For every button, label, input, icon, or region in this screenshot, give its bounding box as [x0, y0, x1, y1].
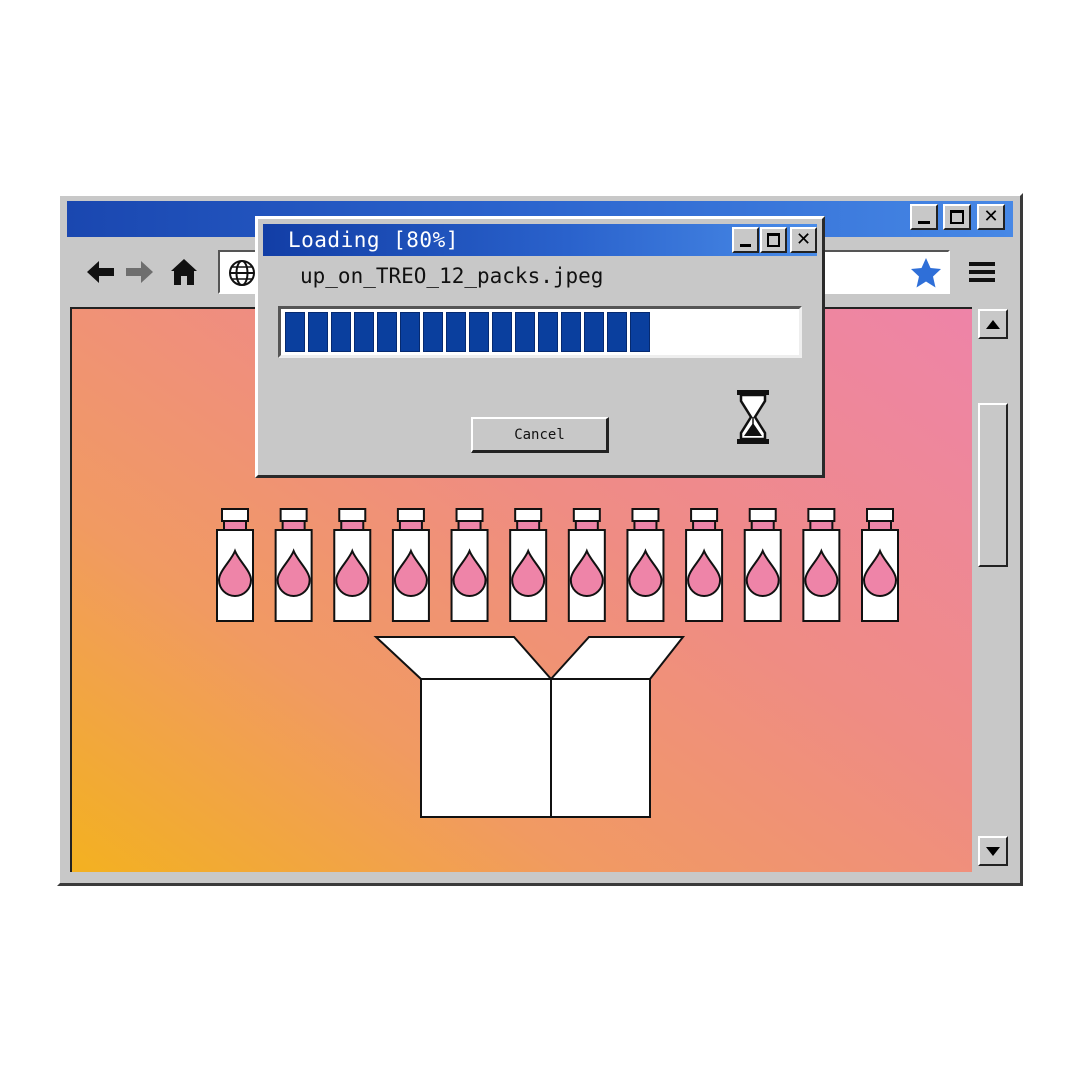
- bottle-icon: [509, 508, 548, 622]
- globe-icon: [229, 260, 255, 286]
- back-arrow-icon: [87, 261, 114, 283]
- browser-maximize-button[interactable]: [943, 204, 971, 230]
- progress-block: [400, 312, 420, 352]
- progress-fill: [285, 312, 650, 352]
- dialog-close-button[interactable]: ✕: [790, 227, 817, 253]
- scrollbar-thumb[interactable]: [978, 403, 1008, 567]
- scroll-up-button[interactable]: [978, 309, 1008, 339]
- progress-block: [423, 312, 443, 352]
- browser-close-button[interactable]: ✕: [977, 204, 1005, 230]
- progress-block: [308, 312, 328, 352]
- dialog-minimize-button[interactable]: [732, 227, 759, 253]
- bottle-icon: [861, 508, 899, 622]
- close-icon: ✕: [795, 229, 812, 250]
- progress-block: [331, 312, 351, 352]
- home-icon: [171, 259, 197, 285]
- bottle-icon: [802, 508, 841, 622]
- bottle-icon: [743, 508, 782, 622]
- progress-bar: [278, 306, 802, 358]
- bottle-icon: [216, 508, 254, 622]
- bottle-icon: [567, 508, 606, 622]
- forward-button[interactable]: [123, 244, 155, 300]
- scroll-down-button[interactable]: [978, 836, 1008, 866]
- progress-block: [354, 312, 374, 352]
- loading-dialog: Loading [80%] ✕ up_on_TREO_12_packs.jpeg…: [255, 216, 825, 478]
- open-box-icon: [373, 636, 686, 818]
- close-icon: ✕: [983, 206, 999, 227]
- minimize-icon: [740, 244, 751, 247]
- triangle-up-icon: [986, 319, 1000, 329]
- dialog-filename: up_on_TREO_12_packs.jpeg: [300, 264, 604, 288]
- progress-block: [446, 312, 466, 352]
- progress-block: [515, 312, 535, 352]
- dialog-title: Loading [80%]: [288, 228, 459, 252]
- vertical-scrollbar[interactable]: [976, 307, 1010, 872]
- dialog-titlebar[interactable]: Loading [80%] ✕: [263, 224, 817, 256]
- progress-block: [584, 312, 604, 352]
- dialog-maximize-button[interactable]: [760, 227, 787, 253]
- back-button[interactable]: [85, 244, 117, 300]
- star-icon[interactable]: [910, 257, 942, 289]
- bottle-icon: [333, 508, 372, 622]
- menu-button[interactable]: [964, 244, 1000, 300]
- bottle-icon: [626, 508, 665, 622]
- forward-arrow-icon: [126, 261, 153, 283]
- home-button[interactable]: [167, 244, 201, 300]
- menu-icon: [969, 262, 995, 282]
- progress-block: [492, 312, 512, 352]
- progress-block: [561, 312, 581, 352]
- minimize-icon: [918, 221, 930, 224]
- progress-block: [469, 312, 489, 352]
- browser-minimize-button[interactable]: [910, 204, 938, 230]
- bottle-icon: [274, 508, 313, 622]
- maximize-icon: [767, 233, 780, 247]
- progress-block: [538, 312, 558, 352]
- maximize-icon: [950, 210, 964, 224]
- bottle-icon: [685, 508, 724, 622]
- progress-block: [377, 312, 397, 352]
- progress-block: [607, 312, 627, 352]
- progress-block: [285, 312, 305, 352]
- bottle-icon: [391, 508, 430, 622]
- progress-block: [630, 312, 650, 352]
- triangle-down-icon: [986, 846, 1000, 856]
- bottle-icon: [450, 508, 489, 622]
- hourglass-icon: [737, 390, 769, 444]
- cancel-button[interactable]: Cancel: [471, 417, 609, 453]
